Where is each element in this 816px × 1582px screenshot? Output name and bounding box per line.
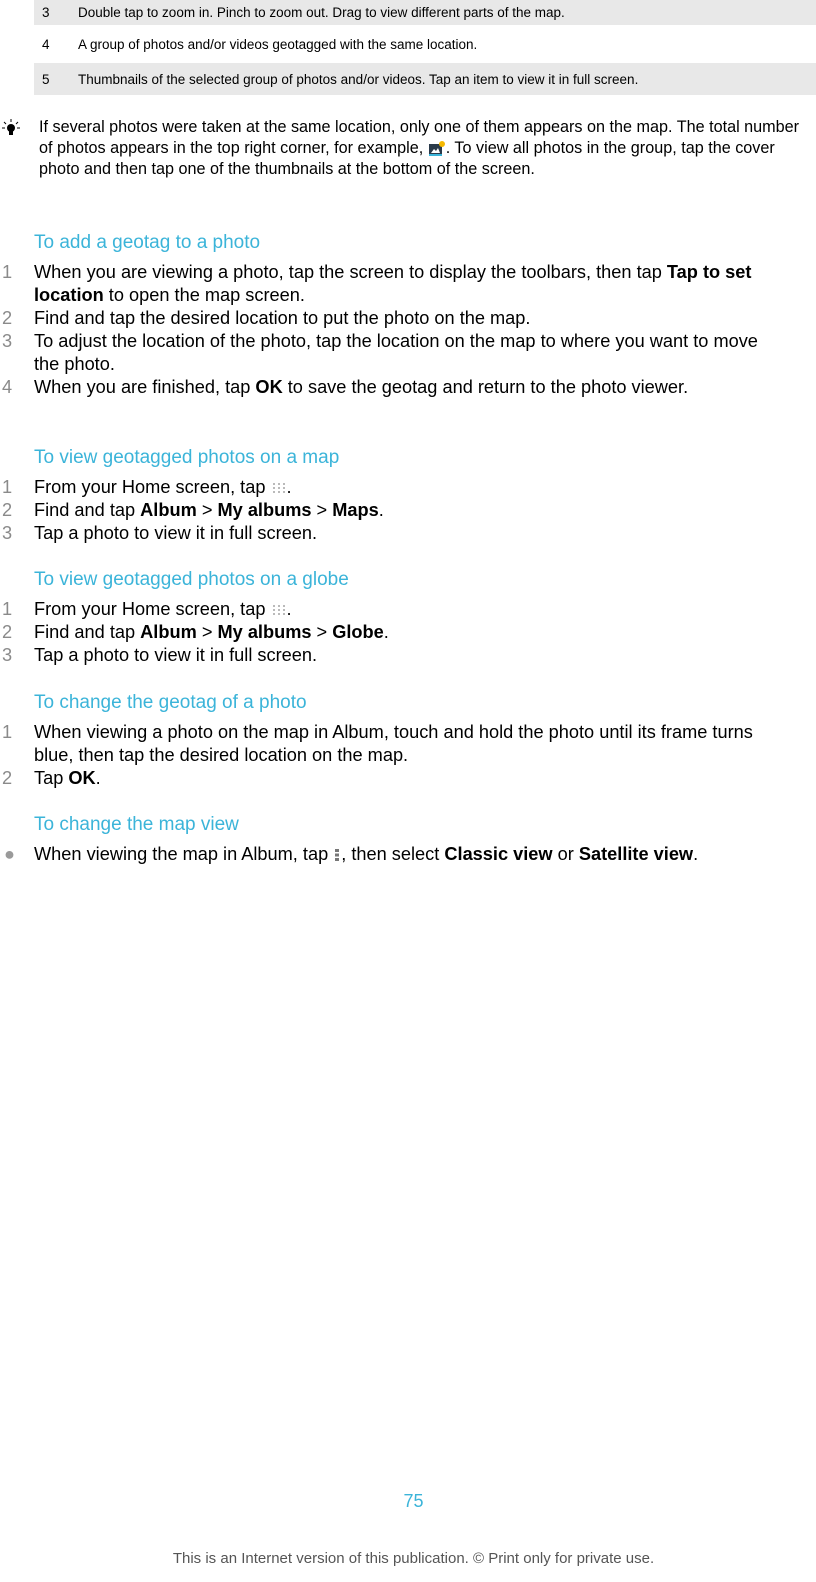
ui-term: Album bbox=[140, 622, 197, 642]
legend-text: Double tap to zoom in. Pinch to zoom out… bbox=[78, 5, 565, 20]
step-number: 3 bbox=[2, 645, 13, 665]
step-number: 1 bbox=[2, 477, 13, 497]
step-number: 1 bbox=[2, 599, 13, 619]
section-heading: To change the geotag of a photo bbox=[34, 692, 307, 713]
step: 4 When you are finished, tap OK to save t… bbox=[2, 377, 689, 397]
ui-term: OK bbox=[255, 377, 283, 397]
step: 1 From your Home screen, tap . bbox=[2, 477, 292, 497]
ui-term: Album bbox=[140, 500, 197, 520]
step: 2 Find and tap Album > My albums > Maps. bbox=[2, 500, 384, 520]
section-view-map: To view geotagged photos on a map 1 From … bbox=[0, 446, 816, 545]
legend-row: 4 A group of photos and/or videos geotag… bbox=[34, 28, 816, 60]
legend-text: A group of photos and/or videos geotagge… bbox=[78, 36, 478, 52]
ui-term: Globe bbox=[332, 622, 384, 642]
section-heading: To add a geotag to a photo bbox=[34, 232, 261, 253]
legend-row: 3 Double tap to zoom in. Pinch to zoom o… bbox=[34, 0, 816, 25]
section-add-geotag: To add a geotag to a photo 1 When you are… bbox=[0, 231, 816, 399]
section-view-globe: To view geotagged photos on a globe 1 Fro… bbox=[0, 568, 816, 667]
step: 2 Find and tap Album > My albums > Globe. bbox=[2, 622, 389, 642]
step-number: 3 bbox=[2, 331, 13, 351]
step-number: 2 bbox=[2, 768, 13, 788]
section-change-geotag: To change the geotag of a photo 1 When vi… bbox=[0, 691, 816, 790]
step: 1 When you are viewing a photo, tap the s… bbox=[2, 262, 752, 305]
section-heading: To view geotagged photos on a map bbox=[34, 447, 340, 468]
step: 3 Tap a photo to view it in full screen. bbox=[2, 523, 318, 543]
step: 3 To adjust the location of the photo, ta… bbox=[2, 331, 758, 374]
bullet-icon: ● bbox=[4, 844, 15, 864]
apps-grid-icon bbox=[272, 605, 285, 616]
step: 2 Find and tap the desired location to pu… bbox=[2, 308, 531, 328]
section-heading: To view geotagged photos on a globe bbox=[34, 569, 349, 590]
step: 1 From your Home screen, tap . bbox=[2, 599, 292, 619]
bullet-item: ● When viewing the map in Album, tap , th… bbox=[4, 844, 699, 864]
ui-term: Maps bbox=[332, 500, 379, 520]
legend-number: 3 bbox=[42, 5, 50, 20]
lightbulb-icon bbox=[2, 119, 20, 135]
apps-grid-icon bbox=[272, 483, 285, 494]
ui-term: Satellite view bbox=[578, 844, 694, 864]
legend-row: 5 Thumbnails of the selected group of ph… bbox=[34, 63, 816, 95]
ui-term: OK bbox=[68, 768, 96, 788]
footer-notice: This is an Internet version of this publ… bbox=[172, 1550, 655, 1567]
ui-term: My albums bbox=[217, 500, 312, 520]
step: 1 When viewing a photo on the map in Albu… bbox=[2, 722, 753, 765]
step: 3 Tap a photo to view it in full screen. bbox=[2, 645, 318, 665]
ui-term: My albums bbox=[217, 622, 312, 642]
step-number: 2 bbox=[2, 308, 13, 328]
legend-number: 4 bbox=[42, 36, 50, 52]
step-number: 3 bbox=[2, 523, 13, 543]
step-number: 4 bbox=[2, 377, 13, 397]
ui-term: Classic view bbox=[444, 844, 553, 864]
page-number: 75 bbox=[403, 1491, 424, 1511]
section-heading: To change the map view bbox=[34, 814, 239, 835]
legend-text: Thumbnails of the selected group of phot… bbox=[78, 71, 639, 87]
step-number: 1 bbox=[2, 262, 13, 282]
step-number: 1 bbox=[2, 722, 13, 742]
legend-table: 3 Double tap to zoom in. Pinch to zoom o… bbox=[34, 0, 816, 98]
step: 2 Tap OK. bbox=[2, 768, 101, 788]
step-number: 2 bbox=[2, 622, 13, 642]
step-number: 2 bbox=[2, 500, 13, 520]
legend-number: 5 bbox=[42, 71, 50, 87]
photo-count-icon bbox=[428, 140, 445, 156]
section-change-map-view: To change the map view ● When viewing the… bbox=[0, 813, 816, 866]
tip-text: If several photos were taken at the same… bbox=[39, 118, 800, 178]
